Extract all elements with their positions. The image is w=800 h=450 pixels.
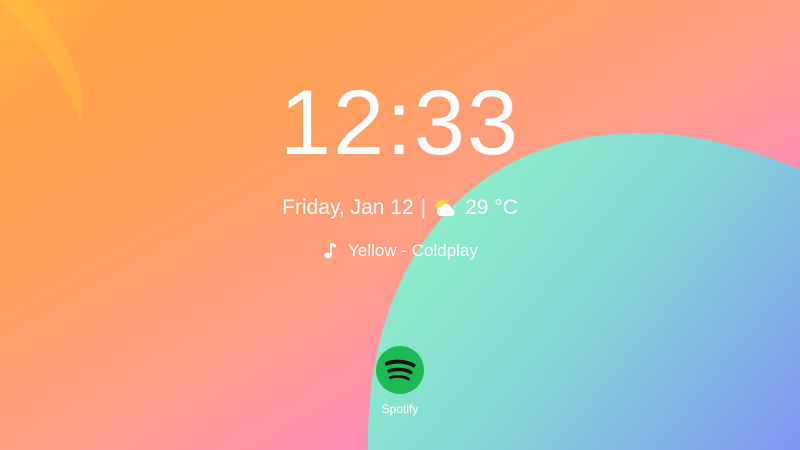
lock-screen: 12:33 Friday, Jan 12 | 29 °C Yellow - Co… (0, 0, 800, 450)
spotify-icon (376, 346, 424, 394)
app-shortcut-spotify[interactable]: Spotify (366, 346, 434, 416)
clock-time: 12:33 (279, 72, 521, 174)
date-weather-row[interactable]: Friday, Jan 12 | 29 °C (0, 194, 800, 222)
app-label: Spotify (381, 402, 419, 416)
partly-cloudy-icon (433, 197, 457, 219)
track-title: Yellow - Coldplay (348, 241, 478, 260)
separator: | (420, 196, 427, 219)
music-note-icon (322, 242, 338, 260)
now-playing[interactable]: Yellow - Coldplay (0, 239, 800, 263)
temperature: 29 °C (465, 196, 518, 219)
date-text: Friday, Jan 12 (282, 196, 414, 219)
